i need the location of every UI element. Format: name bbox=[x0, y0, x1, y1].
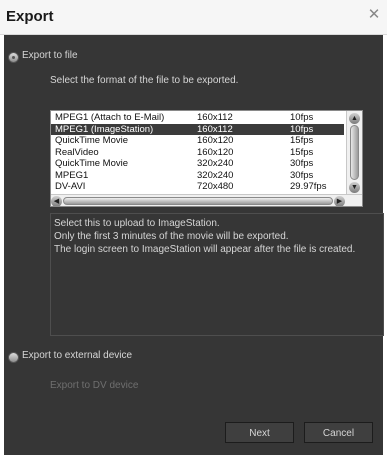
format-size: 160x112 bbox=[197, 123, 233, 135]
description-line: The login screen to ImageStation will ap… bbox=[54, 244, 356, 255]
format-row[interactable]: QuickTime Movie 320x240 30fps bbox=[51, 158, 344, 170]
format-size: 720x480 bbox=[197, 181, 234, 192]
format-name: QuickTime Movie bbox=[55, 158, 129, 169]
export-to-file-label[interactable]: Export to file bbox=[22, 50, 78, 61]
arrow-left-icon[interactable]: ◀ bbox=[51, 196, 62, 206]
format-row[interactable]: MPEG1 (ImageStation) 160x112 10fps bbox=[51, 123, 344, 135]
format-row[interactable]: DV-AVI 720x480 29.97fps bbox=[51, 181, 344, 193]
format-fps: 29.97fps bbox=[290, 181, 327, 192]
format-size: 160x120 bbox=[197, 135, 234, 146]
format-name: RealVideo bbox=[55, 146, 99, 158]
cancel-button[interactable]: Cancel bbox=[304, 422, 373, 443]
export-to-dv-device-option: Export to DV device bbox=[50, 380, 139, 391]
format-name: DV-AVI bbox=[55, 181, 86, 192]
format-fps: 10fps bbox=[290, 123, 314, 135]
vertical-scroll-thumb[interactable] bbox=[350, 125, 359, 180]
format-row[interactable]: QuickTime Movie 160x120 15fps bbox=[51, 135, 344, 147]
export-to-device-label[interactable]: Export to external device bbox=[22, 350, 132, 361]
format-size: 320x240 bbox=[197, 169, 234, 181]
format-fps: 10fps bbox=[290, 112, 314, 123]
format-prompt: Select the format of the file to be expo… bbox=[50, 75, 239, 86]
description-box: Select this to upload to ImageStation. O… bbox=[50, 213, 384, 336]
format-row[interactable]: MPEG1 (Attach to E-Mail) 160x112 10fps bbox=[51, 112, 344, 124]
dialog-body: Export to file Select the format of the … bbox=[4, 35, 384, 455]
format-size: 160x112 bbox=[197, 112, 233, 123]
window-title: Export bbox=[6, 8, 54, 25]
format-fps: 30fps bbox=[290, 158, 314, 169]
format-name: MPEG1 (ImageStation) bbox=[55, 123, 154, 135]
format-size: 160x120 bbox=[197, 146, 234, 158]
format-name: MPEG1 (Attach to E-Mail) bbox=[55, 112, 165, 123]
format-size: 320x240 bbox=[197, 158, 234, 169]
horizontal-scroll-thumb[interactable] bbox=[63, 197, 333, 205]
format-row[interactable]: MPEG1 320x240 30fps bbox=[51, 170, 344, 182]
next-button[interactable]: Next bbox=[225, 422, 294, 443]
arrow-up-icon[interactable]: ▲ bbox=[349, 113, 360, 124]
format-fps: 15fps bbox=[290, 135, 314, 146]
description-line: Select this to upload to ImageStation. bbox=[54, 218, 220, 229]
horizontal-scrollbar[interactable]: ◀ ▶ bbox=[51, 194, 362, 206]
export-dialog: Export ✕ Export to file Select the forma… bbox=[0, 0, 387, 459]
arrow-down-icon[interactable]: ▼ bbox=[349, 182, 360, 193]
format-fps: 30fps bbox=[290, 169, 314, 181]
vertical-scrollbar[interactable]: ▲ ▼ bbox=[346, 111, 362, 194]
format-name: QuickTime Movie bbox=[55, 135, 129, 146]
export-to-device-radio[interactable] bbox=[8, 352, 19, 363]
arrow-right-icon[interactable]: ▶ bbox=[334, 196, 345, 206]
format-fps: 15fps bbox=[290, 146, 314, 158]
format-row[interactable]: RealVideo 160x120 15fps bbox=[51, 147, 344, 159]
description-line: Only the first 3 minutes of the movie wi… bbox=[54, 231, 289, 242]
format-list[interactable]: MPEG1 (Attach to E-Mail) 160x112 10fps MPEG… bbox=[50, 110, 363, 207]
format-name: MPEG1 bbox=[55, 169, 89, 181]
title-bar: Export ✕ bbox=[0, 0, 387, 35]
close-icon[interactable]: ✕ bbox=[365, 6, 383, 24]
export-to-file-radio[interactable] bbox=[8, 52, 19, 63]
